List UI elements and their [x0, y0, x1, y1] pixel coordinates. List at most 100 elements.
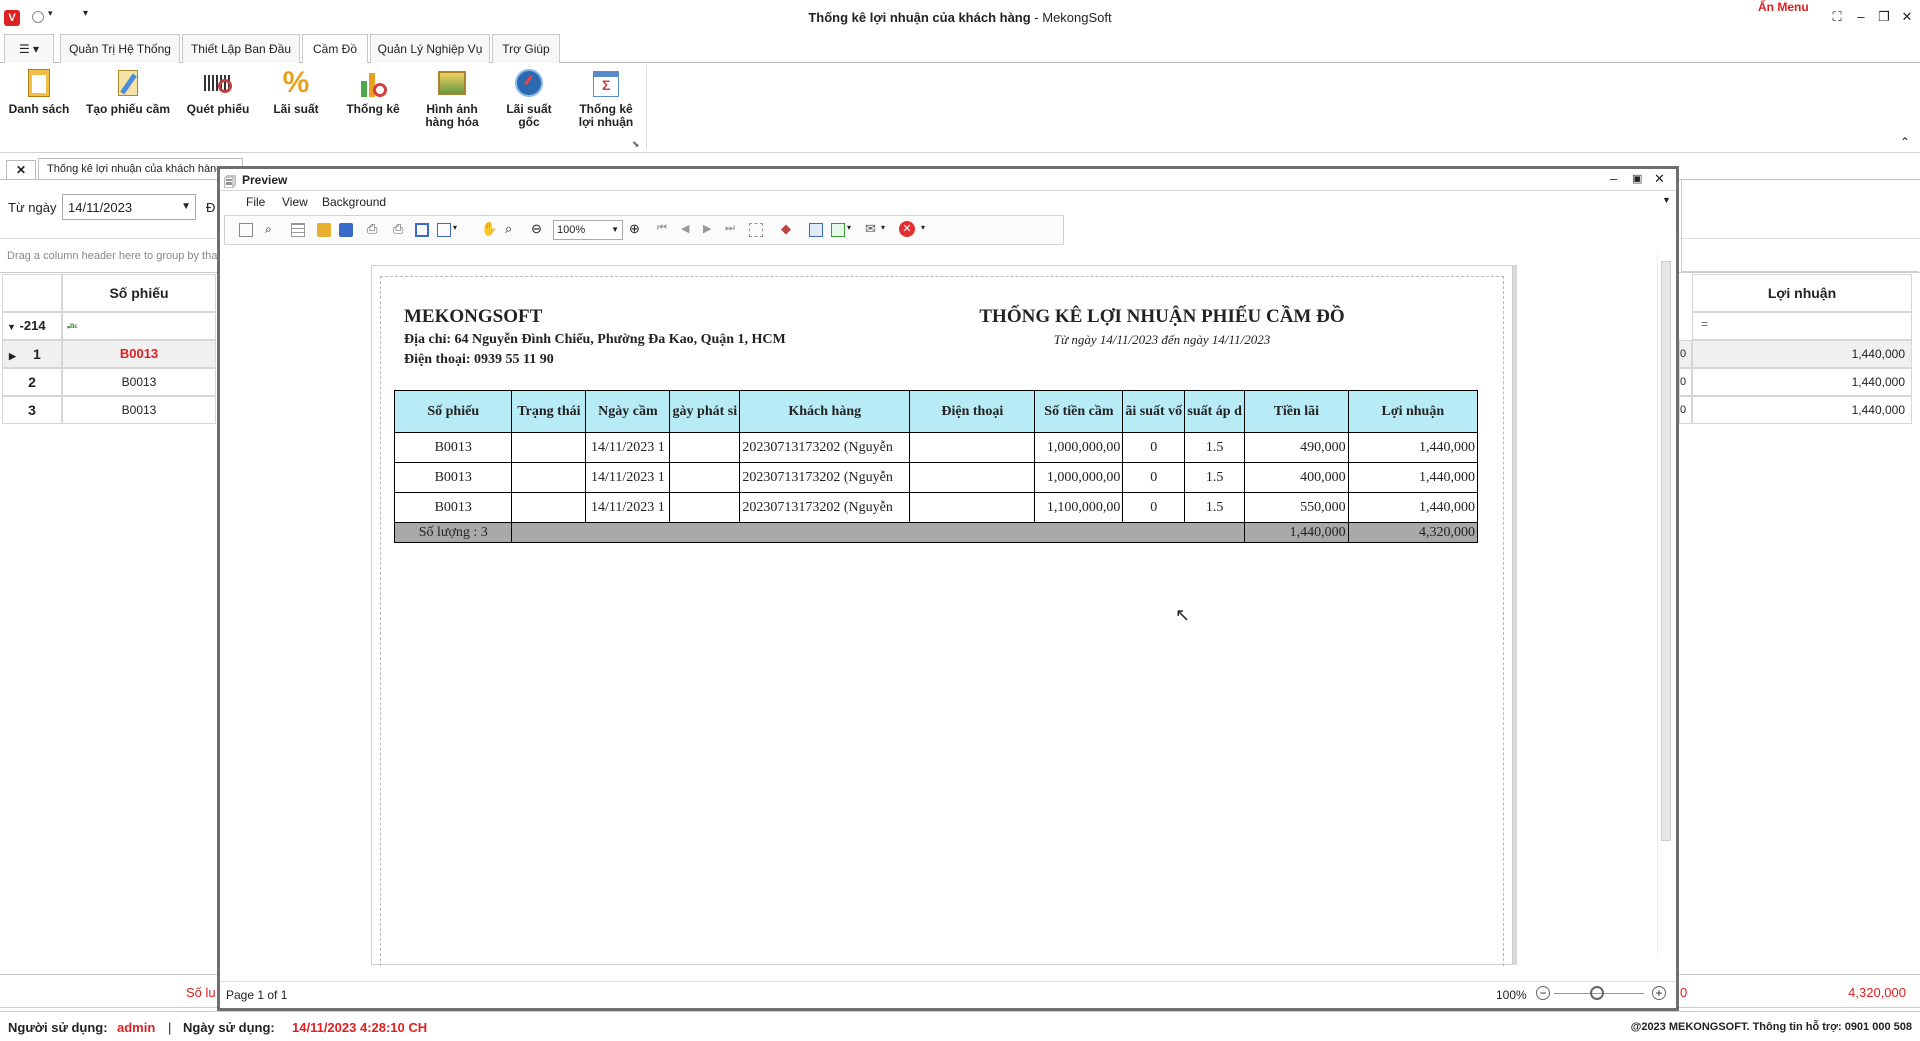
quet-phieu-button[interactable]: Quét phiếu [184, 67, 252, 116]
report-col-header: Trạng thái [511, 390, 587, 433]
page-info: Page 1 of 1 [226, 988, 288, 1002]
hand-tool-icon[interactable]: ✋ [481, 221, 497, 237]
ribbon-tab-bar: ☰ ▾ Quản Trị Hệ Thống Thiết Lập Ban Đầu … [0, 34, 1920, 64]
tab-quan-tri[interactable]: Quản Trị Hệ Thống [60, 34, 180, 63]
tab-cam-do[interactable]: Cầm Đồ [302, 34, 368, 64]
zoom-out-icon[interactable]: ⊖ [531, 221, 542, 237]
vertical-scrollbar[interactable] [1657, 251, 1673, 959]
chevron-down-icon[interactable]: ▼ [611, 225, 619, 234]
thong-ke-button[interactable]: Thống kê [340, 67, 406, 116]
dialog-launcher-icon[interactable]: ⬊ [632, 139, 640, 150]
send-mail-icon[interactable]: ✉ [865, 221, 876, 237]
doc-tab-label[interactable]: Thống kê lợi nhuận của khách hàng [38, 158, 243, 180]
chevron-down-icon[interactable]: ▾ [847, 223, 851, 232]
table-row[interactable]: 2 [2, 368, 62, 396]
tab-thiet-lap[interactable]: Thiết Lập Ban Đầu [182, 34, 300, 63]
zoom-slider-thumb[interactable] [1590, 986, 1604, 1000]
table-row[interactable]: 3 [2, 396, 62, 424]
prev-page-icon[interactable]: ◀ [681, 222, 689, 235]
scrollbar-thumb[interactable] [1661, 261, 1671, 841]
page-setup-icon[interactable] [415, 223, 429, 237]
page-color-icon[interactable]: ◆ [781, 221, 791, 237]
to-date-label: Đ [206, 200, 216, 215]
preview-close-button[interactable]: ✕ [1654, 171, 1665, 187]
close-preview-icon[interactable]: ✕ [899, 221, 915, 237]
scale-icon[interactable] [437, 223, 451, 237]
quick-print-icon[interactable]: ⎙ [393, 221, 403, 237]
chevron-down-icon[interactable]: ▾ [453, 223, 457, 232]
tab-tro-giup[interactable]: Trợ Giúp [492, 34, 560, 63]
date-value: 14/11/2023 4:28:10 CH [292, 1020, 428, 1035]
menu-background[interactable]: Background [322, 195, 386, 209]
col-header-so-phieu[interactable]: Số phiếu [62, 274, 216, 312]
thumbnails-icon[interactable] [291, 223, 305, 237]
hide-menu-link[interactable]: Ẩn Menu [1758, 0, 1809, 14]
last-page-icon[interactable]: ⏭ [725, 222, 735, 235]
zoom-in-button[interactable]: + [1652, 986, 1666, 1000]
tab-quan-ly[interactable]: Quản Lý Nghiệp Vụ [370, 34, 490, 63]
close-button[interactable]: ✕ [1898, 9, 1916, 25]
zoom-percent: 100% [1496, 988, 1527, 1002]
chevron-down-icon[interactable]: ▾ [881, 223, 885, 232]
footer-count-partial: Số lu [186, 985, 216, 1000]
preview-minimize-button[interactable]: – [1610, 171, 1617, 186]
zoom-in-icon[interactable]: ⊕ [629, 221, 640, 237]
danh-sach-button[interactable]: Danh sách [6, 67, 72, 116]
grid-cell-so-phieu[interactable]: B0013 [62, 340, 216, 368]
report-col-header: Lợi nhuận [1347, 390, 1479, 433]
sum-report-icon: Σ [590, 67, 622, 99]
magnifier-icon[interactable]: ⌕ [505, 221, 512, 237]
table-row[interactable]: ▶ 1 [2, 340, 62, 368]
chevron-down-icon[interactable]: ▼ [181, 201, 191, 212]
lai-suat-goc-button[interactable]: Lãi suất gốc [496, 67, 562, 129]
zoom-select[interactable]: 100% ▼ [553, 220, 623, 240]
report-table: Số phiếu Trạng thái Ngày cầm gày phát si… [393, 390, 1479, 543]
open-icon[interactable] [317, 223, 331, 237]
lai-suat-button[interactable]: % Lãi suất [266, 67, 326, 116]
report-phone: Điện thoại: 0939 55 11 90 [404, 352, 554, 367]
filter-cell-so-phieu[interactable]: ▪ᴮᶜ [62, 312, 216, 340]
fullscreen-icon[interactable]: ⛶ [1828, 9, 1846, 25]
footer-total: 4,320,000 [1848, 985, 1906, 1000]
next-page-icon[interactable]: ▶ [703, 222, 711, 235]
grid-cell-loi-nhuan[interactable]: 1,440,000 [1692, 396, 1912, 424]
report-col-header: suất áp d [1184, 390, 1246, 433]
grid-cell-partial: 0 [1679, 340, 1692, 368]
menu-overflow-icon[interactable]: ▼ [1662, 195, 1671, 205]
export-icon[interactable] [831, 223, 845, 237]
grid-cell-so-phieu[interactable]: B0013 [62, 396, 216, 424]
tao-phieu-cam-button[interactable]: Tạo phiếu cầm [84, 67, 172, 116]
grid-cell-so-phieu[interactable]: B0013 [62, 368, 216, 396]
hinh-anh-button[interactable]: Hình ảnh hàng hóa [416, 67, 488, 129]
filter-row-indicator[interactable]: ▼ -214 [2, 312, 62, 340]
menu-view[interactable]: View [282, 195, 308, 209]
collapse-ribbon-icon[interactable]: ⌃ [1900, 135, 1910, 149]
first-page-icon[interactable]: ⏮ [657, 222, 667, 235]
ribbon-options-button[interactable]: ☰ ▾ [4, 34, 54, 63]
grid-cell-partial: 0 [1679, 396, 1692, 424]
thong-ke-loi-nhuan-button[interactable]: Σ Thống kê lợi nhuận [572, 67, 640, 129]
close-doc-tab-button[interactable]: ✕ [6, 160, 36, 180]
from-date-input[interactable]: 14/11/2023 ▼ [62, 194, 196, 220]
grid-cell-loi-nhuan[interactable]: 1,440,000 [1692, 368, 1912, 396]
chevron-down-icon[interactable]: ▾ [921, 223, 925, 232]
preview-maximize-button[interactable]: ▣ [1632, 172, 1642, 185]
minimize-button[interactable]: – [1852, 9, 1870, 25]
save-icon[interactable] [339, 223, 353, 237]
multipage-icon[interactable] [749, 223, 763, 237]
report-col-header: Khách hàng [739, 390, 911, 433]
filter-cell-loi-nhuan[interactable]: = [1692, 312, 1912, 340]
edit-form-icon [112, 67, 144, 99]
grid-cell-loi-nhuan[interactable]: 1,440,000 [1692, 340, 1912, 368]
document-map-icon[interactable] [239, 223, 253, 237]
status-separator: | [168, 1020, 172, 1035]
find-icon[interactable]: ⌕ [265, 222, 272, 237]
menu-file[interactable]: File [246, 195, 265, 209]
restore-button[interactable]: ❐ [1875, 9, 1893, 25]
col-header-loi-nhuan[interactable]: Lợi nhuận [1692, 274, 1912, 312]
table-row: B0013 14/11/2023 1 20230713173202 (Nguyễn 1… [393, 432, 1479, 463]
print-icon[interactable]: ⎙ [367, 221, 377, 237]
watermark-icon[interactable] [809, 223, 823, 237]
zoom-out-button[interactable]: − [1536, 986, 1550, 1000]
report-title: THỐNG KÊ LỢI NHUẬN PHIẾU CẦM ĐỒ [979, 306, 1345, 327]
